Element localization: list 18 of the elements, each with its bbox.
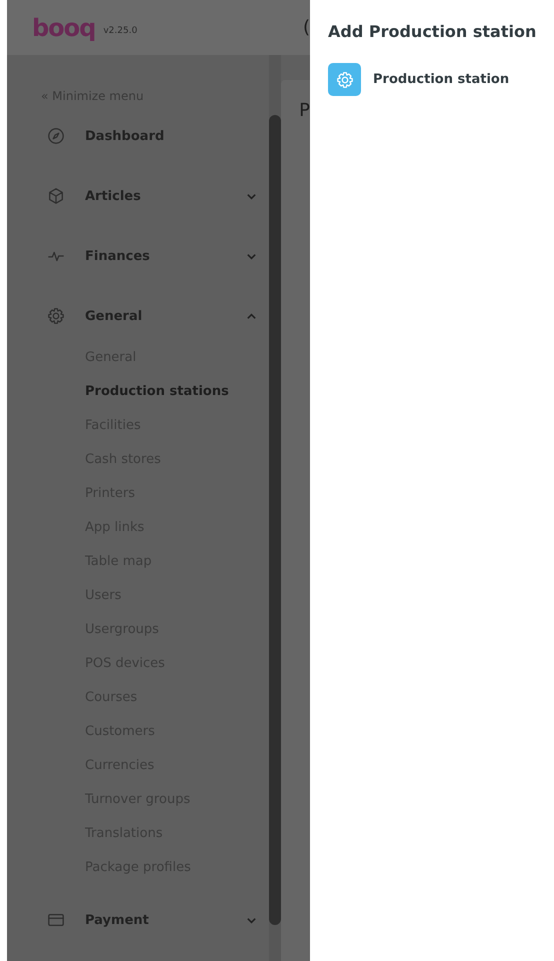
sidebar-item[interactable]: Payment	[7, 900, 270, 940]
sidebar-item[interactable]: Articles	[7, 176, 270, 216]
card-icon	[47, 911, 65, 929]
scrollbar-thumb[interactable]	[269, 115, 282, 925]
version-label: v2.25.0	[103, 26, 138, 36]
gear-icon	[47, 307, 65, 325]
submenu-item[interactable]: Production stations	[85, 384, 229, 398]
gear-icon	[328, 63, 361, 96]
sidebar-item[interactable]: General	[7, 296, 270, 336]
option-item[interactable]: Production station	[328, 63, 510, 96]
sidebar-item[interactable]: Dashboard	[7, 116, 270, 156]
compass-icon	[47, 127, 65, 145]
logo[interactable]: booq	[32, 14, 96, 42]
sidebar-item[interactable]: Finances	[7, 236, 270, 276]
panel-title: Add Production station	[328, 22, 538, 41]
page-title: P	[299, 100, 310, 121]
header-text: (	[302, 17, 310, 38]
box-icon	[47, 187, 65, 205]
